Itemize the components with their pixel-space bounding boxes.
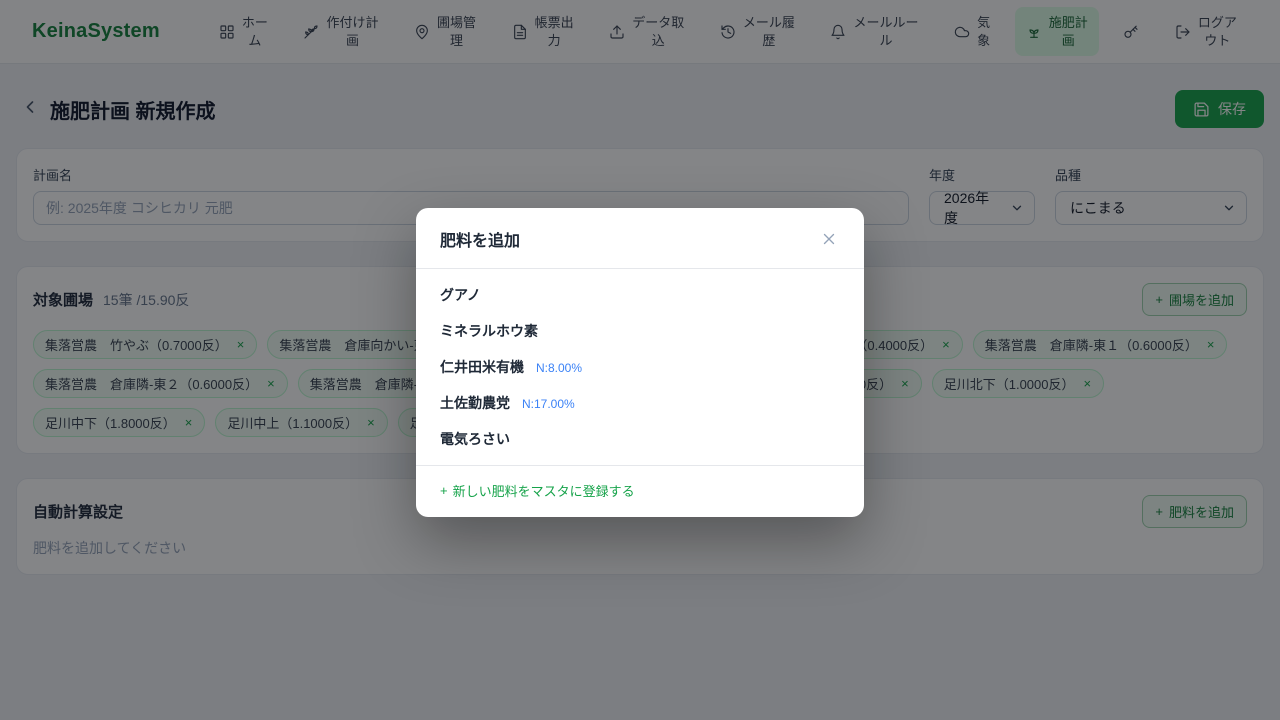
- fertilizer-list-item[interactable]: グアノ: [416, 277, 864, 313]
- fertilizer-list-item[interactable]: ミネラルホウ素: [416, 313, 864, 349]
- fertilizer-name: 電気ろさい: [440, 429, 510, 449]
- fertilizer-npk-value: N:8.00%: [536, 361, 582, 375]
- fertilizer-list: グアノミネラルホウ素仁井田米有機 N:8.00% 土佐勤農党 N:17.00% 電気ろさ…: [416, 269, 864, 466]
- fertilizer-list-item[interactable]: 電気ろさい: [416, 421, 864, 457]
- fertilizer-list-item[interactable]: 土佐勤農党 N:17.00%: [416, 385, 864, 421]
- plus-icon: +: [440, 483, 448, 498]
- fertilizer-name: グアノ: [440, 285, 481, 305]
- fertilizer-name: 土佐勤農党: [440, 393, 510, 413]
- register-new-fertilizer-label: 新しい肥料をマスタに登録する: [453, 481, 635, 500]
- fertilizer-name: ミネラルホウ素: [440, 321, 538, 341]
- close-icon: [820, 230, 838, 248]
- fertilizer-name: 仁井田米有機: [440, 357, 524, 377]
- modal-title: 肥料を追加: [440, 227, 520, 251]
- register-new-fertilizer-link[interactable]: + 新しい肥料をマスタに登録する: [440, 481, 635, 500]
- modal-close-button[interactable]: [818, 228, 840, 250]
- add-fertilizer-modal: 肥料を追加 グアノミネラルホウ素仁井田米有機 N:8.00% 土佐勤農党 N:17.0…: [416, 208, 864, 517]
- fertilizer-npk-value: N:17.00%: [522, 397, 575, 411]
- fertilizer-list-item[interactable]: 仁井田米有機 N:8.00%: [416, 349, 864, 385]
